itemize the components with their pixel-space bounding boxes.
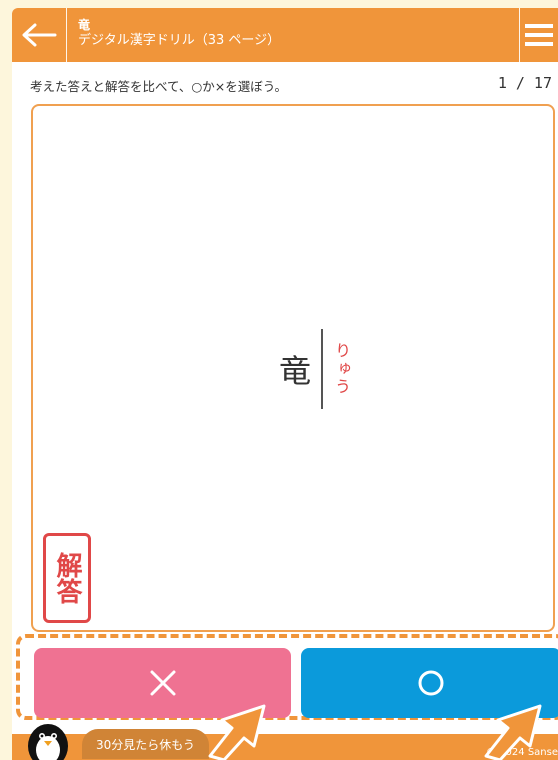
penguin-icon [28,724,68,760]
menu-button[interactable] [519,8,558,62]
kanji-character: 竜 [279,352,312,390]
break-message-text: 30分見たら休もう [96,738,195,752]
instruction-text: 考えた答えと解答を比べて、○か×を選ぼう。 [30,79,288,94]
kanji-divider [321,329,324,409]
cross-icon [150,670,175,696]
header-title-area: 竜 デジタル漢字ドリル（33 ページ） [78,18,280,50]
answer-buttons-highlight [16,634,558,720]
break-message-bubble: 30分見たら休もう [82,729,209,759]
back-button[interactable] [12,8,67,62]
arrow-pointer-icon [208,704,266,760]
answer-stamp-text: 解答 [52,552,82,604]
circle-icon [418,670,444,696]
hamburger-menu-icon [525,24,553,46]
app-frame: 竜 デジタル漢字ドリル（33 ページ） 考えた答えと解答を比べて、○か×を選ぼう… [12,8,558,760]
header-title: 竜 [78,18,91,32]
kanji-reading: りゅう [332,342,352,396]
arrow-pointer-icon [484,704,542,760]
page-counter: 1 / 17 [497,74,552,92]
answer-stamp: 解答 [43,533,91,623]
answer-card: 竜 りゅう 解答 [31,104,555,632]
arrow-left-icon [22,23,57,47]
app-header: 竜 デジタル漢字ドリル（33 ページ） [12,8,558,62]
header-subtitle: デジタル漢字ドリル（33 ページ） [78,33,281,48]
kanji-display: 竜 りゅう [279,328,353,410]
